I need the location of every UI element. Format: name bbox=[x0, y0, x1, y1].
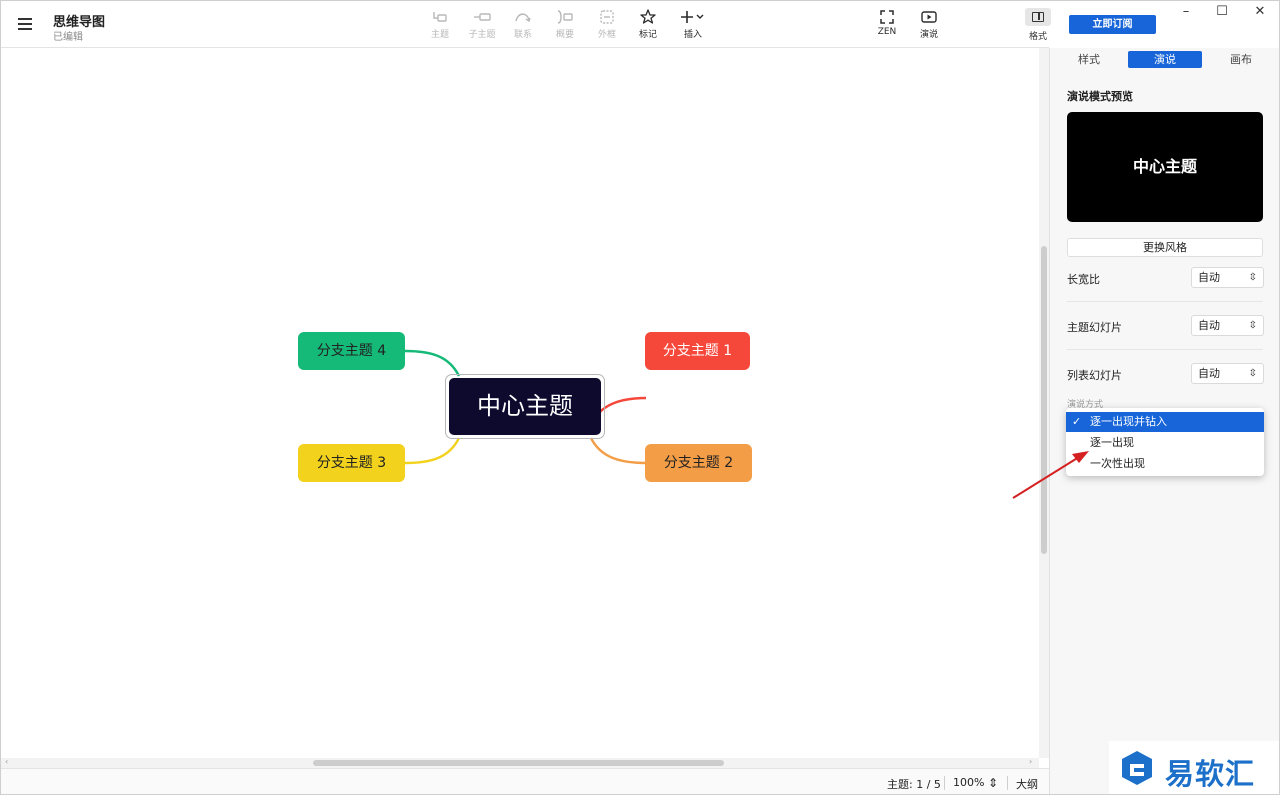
maximize-icon[interactable]: ☐ bbox=[1207, 3, 1237, 21]
watermark-text: 易软汇 bbox=[1165, 757, 1256, 791]
list-slide-value: 自动 bbox=[1198, 367, 1220, 380]
aspect-ratio-select[interactable]: 自动 ⇳ bbox=[1191, 267, 1264, 288]
relation-curve-icon bbox=[503, 8, 543, 25]
app-window: 思维导图 已编辑 主题 子主题 联系 概要 外框 标记 插入 ZEN 演说 格式… bbox=[0, 0, 1280, 795]
status-divider bbox=[944, 776, 945, 790]
topic-label: 主题 bbox=[430, 30, 449, 40]
close-icon[interactable]: ✕ bbox=[1245, 3, 1275, 21]
subtopic-button[interactable]: 子主题 bbox=[462, 8, 502, 42]
insert-label: 插入 bbox=[683, 30, 702, 40]
preview-section-title: 演说模式预览 bbox=[1067, 90, 1133, 103]
vertical-scrollbar[interactable] bbox=[1039, 48, 1049, 758]
list-slide-select[interactable]: 自动 ⇳ bbox=[1191, 363, 1264, 384]
plus-chevron-icon bbox=[671, 8, 715, 25]
watermark-logo-icon bbox=[1122, 751, 1152, 785]
mode-option-label: 逐一出现 bbox=[1090, 436, 1134, 449]
panel-tabs: 样式 演说 画布 bbox=[1049, 48, 1279, 74]
present-label: 演说 bbox=[919, 30, 938, 40]
tab-present[interactable]: 演说 bbox=[1128, 51, 1202, 68]
topic-icon bbox=[420, 8, 460, 25]
list-slide-label: 列表幻灯片 bbox=[1067, 369, 1122, 382]
relation-label: 联系 bbox=[513, 30, 532, 40]
summary-bracket-icon bbox=[545, 8, 585, 25]
branch-topic-3[interactable]: 分支主题 3 bbox=[298, 444, 405, 482]
document-status: 已编辑 bbox=[53, 32, 83, 43]
fullscreen-icon bbox=[867, 8, 907, 25]
boundary-label: 外框 bbox=[597, 30, 616, 40]
star-icon bbox=[628, 8, 668, 25]
present-button[interactable]: 演说 bbox=[909, 8, 949, 42]
connector-branch-3 bbox=[404, 437, 461, 465]
play-screen-icon bbox=[909, 8, 949, 25]
tab-canvas[interactable]: 画布 bbox=[1215, 51, 1267, 68]
mode-option-label: 逐一出现并钻入 bbox=[1090, 415, 1167, 428]
horizontal-scrollbar[interactable]: ‹ › bbox=[1, 757, 1039, 768]
tab-style[interactable]: 样式 bbox=[1063, 51, 1115, 68]
outline-button[interactable]: 大纲 bbox=[1016, 776, 1038, 792]
topic-slide-select[interactable]: 自动 ⇳ bbox=[1191, 315, 1264, 336]
mode-option-label: 一次性出现 bbox=[1090, 457, 1145, 470]
updown-chevron-icon: ⇳ bbox=[1248, 320, 1257, 331]
center-topic[interactable]: 中心主题 bbox=[449, 378, 601, 435]
zoom-level[interactable]: 100% bbox=[953, 776, 984, 789]
updown-chevron-icon: ⇳ bbox=[1248, 272, 1257, 283]
mode-option-all-at-once[interactable]: 一次性出现 bbox=[1066, 454, 1264, 474]
minimize-icon[interactable]: – bbox=[1171, 3, 1201, 21]
marker-label: 标记 bbox=[638, 30, 657, 40]
aspect-ratio-label: 长宽比 bbox=[1067, 273, 1100, 286]
presentation-preview: 中心主题 bbox=[1067, 112, 1263, 222]
top-toolbar: 思维导图 已编辑 主题 子主题 联系 概要 外框 标记 插入 ZEN 演说 bbox=[1, 1, 1049, 48]
format-label: 格式 bbox=[1028, 32, 1047, 42]
summary-button[interactable]: 概要 bbox=[545, 8, 585, 42]
topic-count: 主题: 1 / 5 bbox=[887, 778, 941, 791]
horizontal-scroll-thumb[interactable] bbox=[313, 760, 724, 766]
topic-slide-label: 主题幻灯片 bbox=[1067, 321, 1122, 334]
divider bbox=[1067, 349, 1263, 350]
summary-label: 概要 bbox=[555, 30, 574, 40]
subtopic-icon bbox=[462, 8, 502, 25]
mode-option-zoom-in[interactable]: ✓ 逐一出现并钻入 bbox=[1066, 412, 1264, 432]
scroll-right-arrow-icon[interactable]: › bbox=[1029, 757, 1032, 766]
aspect-ratio-value: 自动 bbox=[1198, 271, 1220, 284]
branch-topic-1[interactable]: 分支主题 1 bbox=[645, 332, 750, 370]
hamburger-menu-icon[interactable] bbox=[15, 13, 37, 35]
connector-branch-4 bbox=[404, 349, 461, 377]
boundary-button[interactable]: 外框 bbox=[587, 8, 627, 42]
status-bar: 主题: 1 / 5 100% ⇕ 大纲 bbox=[1, 768, 1049, 794]
connector-branch-2 bbox=[589, 437, 647, 465]
subtopic-label: 子主题 bbox=[468, 30, 496, 40]
check-icon: ✓ bbox=[1072, 415, 1082, 428]
branch-topic-2[interactable]: 分支主题 2 bbox=[645, 444, 752, 482]
insert-button[interactable]: 插入 bbox=[671, 8, 715, 42]
marker-button[interactable]: 标记 bbox=[628, 8, 668, 42]
vertical-scroll-thumb[interactable] bbox=[1041, 246, 1047, 554]
zen-button[interactable]: ZEN bbox=[867, 8, 907, 42]
topic-slide-value: 自动 bbox=[1198, 319, 1220, 332]
divider bbox=[1067, 301, 1263, 302]
watermark: 易软汇 bbox=[1109, 741, 1279, 794]
scroll-left-arrow-icon[interactable]: ‹ bbox=[5, 757, 8, 766]
mode-option-one-by-one[interactable]: 逐一出现 bbox=[1066, 433, 1264, 453]
panel-toggle-icon bbox=[1025, 8, 1051, 26]
status-divider bbox=[1007, 776, 1008, 790]
subscribe-button[interactable]: 立即订阅 bbox=[1069, 15, 1156, 34]
topic-button[interactable]: 主题 bbox=[420, 8, 460, 42]
boundary-box-icon bbox=[587, 8, 627, 25]
change-style-button[interactable]: 更换风格 bbox=[1067, 238, 1263, 257]
relation-button[interactable]: 联系 bbox=[503, 8, 543, 42]
zen-label: ZEN bbox=[877, 27, 897, 37]
branch-topic-4[interactable]: 分支主题 4 bbox=[298, 332, 405, 370]
updown-chevron-icon: ⇳ bbox=[1248, 368, 1257, 379]
presentation-mode-dropdown: ✓ 逐一出现并钻入 逐一出现 一次性出现 bbox=[1066, 408, 1264, 476]
format-panel-button[interactable]: 格式 bbox=[1023, 8, 1053, 42]
zoom-stepper-icon[interactable]: ⇕ bbox=[988, 776, 998, 790]
